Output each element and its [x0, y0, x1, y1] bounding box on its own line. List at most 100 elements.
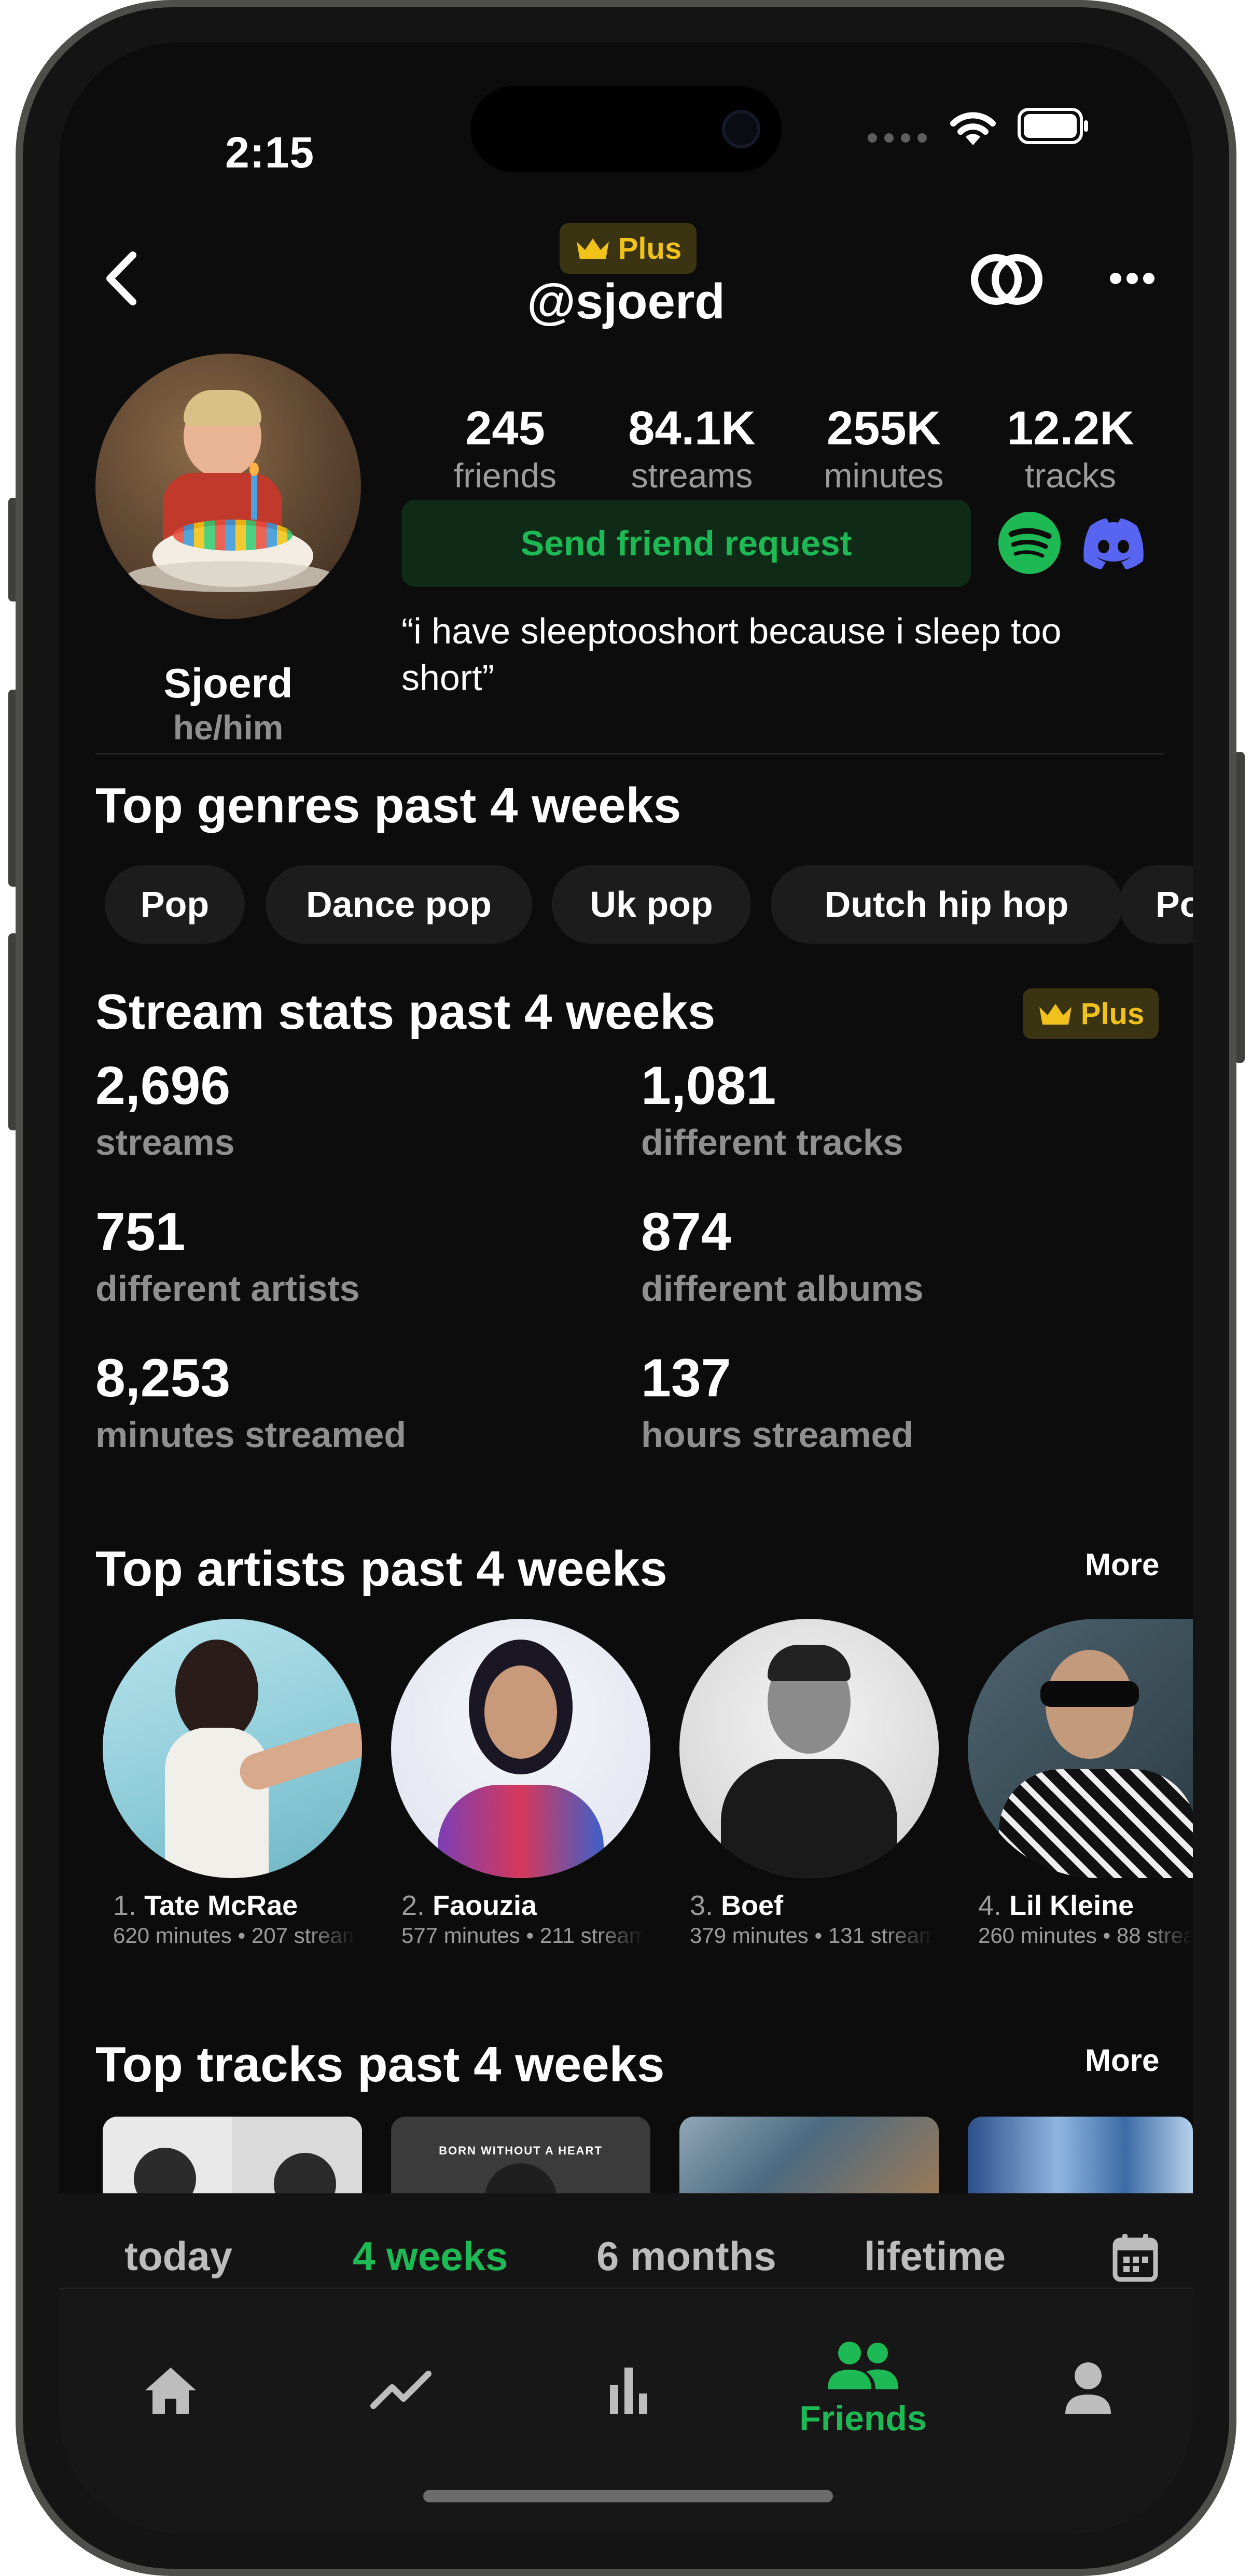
- artist-image[interactable]: [103, 1619, 362, 1878]
- stream-stat: 2,696 streams: [95, 1059, 235, 1160]
- artist-rank: 3.: [690, 1890, 714, 1921]
- divider: [95, 753, 1164, 754]
- artist-image-figure: [235, 1718, 362, 1795]
- stream-stat-label: hours streamed: [641, 1415, 914, 1455]
- avatar-hair: [184, 390, 261, 426]
- more-dots-icon[interactable]: [1109, 271, 1156, 286]
- range-today[interactable]: today: [124, 2236, 232, 2276]
- track-artwork[interactable]: [103, 2117, 362, 2193]
- plus-label: Plus: [618, 231, 682, 265]
- range-6-months[interactable]: 6 months: [596, 2236, 776, 2276]
- artist-rank: 2.: [401, 1890, 425, 1921]
- artist-image-figure: [721, 1759, 897, 1878]
- back-arrow-icon[interactable]: [101, 250, 142, 307]
- genre-label: Dutch hip hop: [824, 884, 1069, 925]
- stream-stat-value: 874: [641, 1202, 731, 1262]
- status-time: 2:15: [225, 128, 315, 177]
- artist-name-text: Tate McRae: [144, 1890, 298, 1921]
- genre-chip[interactable]: Dance pop: [266, 865, 532, 944]
- plus-badge: Plus: [560, 223, 697, 274]
- stream-stat: 137 hours streamed: [641, 1351, 913, 1453]
- stream-stat-label: different artists: [95, 1268, 360, 1309]
- genre-chip[interactable]: Po: [1119, 865, 1193, 944]
- artist-image[interactable]: [679, 1619, 939, 1878]
- artist-image-figure: [768, 1645, 851, 1681]
- spotify-icon[interactable]: [997, 510, 1062, 576]
- friends-icon: [828, 2342, 898, 2389]
- bio: “i have sleeptooshort because i sleep to…: [401, 611, 1062, 698]
- stream-stat-value: 751: [95, 1202, 186, 1262]
- trending-icon[interactable]: [370, 2370, 433, 2411]
- artist-meta: 379 minutes • 131 streams: [690, 1925, 934, 1947]
- pronouns: he/him: [173, 708, 284, 747]
- artist-rank: 1.: [113, 1890, 137, 1921]
- track-artwork-figure: [484, 2163, 557, 2193]
- artist-image[interactable]: [391, 1619, 650, 1878]
- stat-value: 245: [465, 402, 545, 455]
- stat-label: friends: [453, 456, 557, 495]
- calendar-icon[interactable]: [1112, 2233, 1159, 2283]
- top-artists-more-link[interactable]: More: [1085, 1549, 1159, 1580]
- phone-screen: 2:15 Plus @sjoerd Sjoerd he/him 245 frie…: [59, 43, 1193, 2533]
- send-friend-request-button[interactable]: Send friend request: [401, 500, 971, 587]
- stream-stat-label: minutes streamed: [95, 1415, 407, 1455]
- plus-badge: Plus: [1023, 988, 1159, 1039]
- plus-label: Plus: [1080, 997, 1145, 1031]
- stream-stat-value: 1,081: [641, 1056, 776, 1116]
- artist-name[interactable]: 2. Faouzia: [401, 1892, 537, 1920]
- track-artwork-text: BORN WITHOUT A HEART: [439, 2144, 603, 2157]
- home-icon[interactable]: [142, 2364, 199, 2416]
- avatar-candle: [251, 473, 257, 520]
- stat-label: streams: [631, 456, 753, 495]
- artist-name[interactable]: 4. Lil Kleine: [978, 1892, 1134, 1920]
- top-tracks-more-link[interactable]: More: [1085, 2045, 1159, 2076]
- compare-circles-icon[interactable]: [968, 251, 1046, 308]
- track-artwork-figure: [274, 2153, 336, 2193]
- range-lifetime[interactable]: lifetime: [864, 2236, 1006, 2276]
- artist-name[interactable]: 3. Boef: [690, 1892, 783, 1920]
- send-friend-request-label: Send friend request: [520, 524, 852, 563]
- genre-label: Uk pop: [590, 884, 713, 925]
- artist-name[interactable]: 1. Tate McRae: [113, 1892, 298, 1920]
- avatar-cake-top: [173, 520, 293, 551]
- discord-icon[interactable]: [1080, 514, 1147, 571]
- crown-icon: [1039, 1004, 1072, 1025]
- stream-stat-value: 2,696: [95, 1056, 231, 1116]
- wifi-icon: [950, 112, 996, 145]
- stream-stat: 751 different artists: [95, 1205, 360, 1307]
- nav-friends[interactable]: Friends: [785, 2340, 941, 2459]
- stream-stat-label: different tracks: [641, 1122, 903, 1163]
- track-artwork[interactable]: [968, 2117, 1193, 2193]
- genre-chip[interactable]: Uk pop: [552, 865, 751, 944]
- front-camera: [722, 110, 760, 148]
- stream-stat: 1,081 different tracks: [641, 1059, 903, 1160]
- top-tracks-title: Top tracks past 4 weeks: [95, 2037, 665, 2092]
- artist-image-figure: [1040, 1681, 1139, 1707]
- top-artists-title: Top artists past 4 weeks: [95, 1541, 667, 1597]
- genre-chip[interactable]: Pop: [105, 865, 245, 944]
- track-artwork[interactable]: BORN WITHOUT A HEART: [391, 2117, 650, 2193]
- bar-chart-icon[interactable]: [608, 2364, 649, 2416]
- genre-label: Pop: [140, 884, 210, 925]
- stat-friends[interactable]: 245 friends: [422, 404, 588, 493]
- nav-friends-label: Friends: [799, 2399, 927, 2438]
- artist-meta: 260 minutes • 88 streams: [978, 1925, 1193, 1947]
- display-name: Sjoerd: [163, 660, 293, 706]
- artist-meta: 620 minutes • 207 streams: [113, 1925, 357, 1947]
- artist-image-figure: [165, 1728, 269, 1878]
- stream-stats-title: Stream stats past 4 weeks: [95, 984, 716, 1040]
- stat-label: tracks: [1024, 456, 1117, 495]
- range-4-weeks[interactable]: 4 weeks: [353, 2236, 508, 2276]
- artist-name-text: Faouzia: [433, 1890, 537, 1921]
- home-indicator: [423, 2490, 833, 2502]
- genre-label: Po: [1156, 884, 1193, 925]
- stream-stat-value: 137: [641, 1348, 731, 1408]
- track-artwork[interactable]: [679, 2117, 939, 2193]
- signal-icon: [868, 133, 927, 143]
- genre-chip[interactable]: Dutch hip hop: [771, 865, 1122, 944]
- artist-image[interactable]: [968, 1619, 1193, 1878]
- avatar-candle-flame: [249, 463, 259, 476]
- username: @sjoerd: [527, 274, 725, 329]
- profile-icon[interactable]: [1062, 2360, 1114, 2417]
- stream-stat-value: 8,253: [95, 1348, 231, 1408]
